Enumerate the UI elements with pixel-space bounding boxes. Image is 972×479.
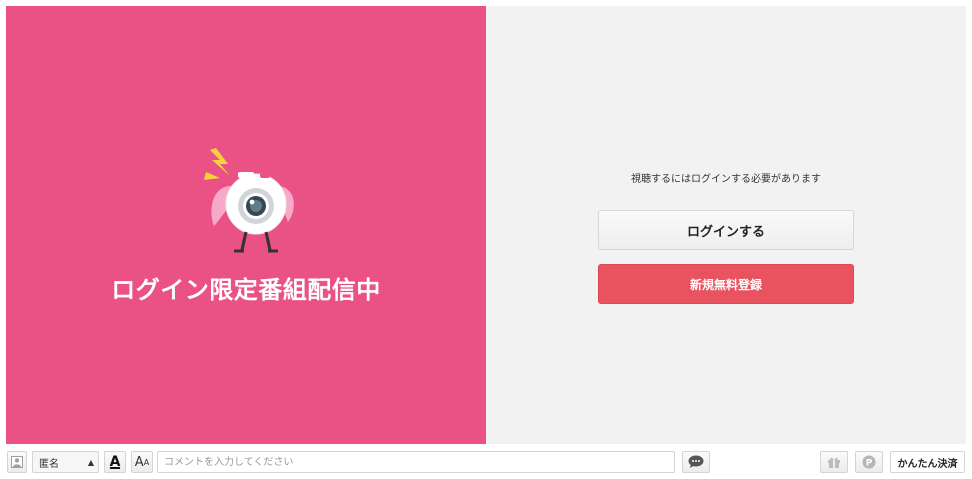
- send-comment-button[interactable]: [682, 451, 710, 473]
- camera-mascot-icon: [204, 148, 294, 253]
- promo-title: ログイン限定番組配信中: [111, 276, 381, 304]
- avatar-button[interactable]: [7, 451, 27, 473]
- caret-up-icon: ▲: [87, 457, 94, 467]
- gift-button[interactable]: [820, 451, 848, 473]
- font-size-sub-label: A: [143, 457, 150, 467]
- player-area: ログイン限定番組配信中 視聴するにはログインする必要があります ログインする 新…: [6, 6, 966, 444]
- name-select[interactable]: 匿名 ▲: [32, 451, 99, 473]
- register-button[interactable]: 新規無料登録: [598, 264, 854, 304]
- login-button[interactable]: ログインする: [598, 210, 854, 250]
- svg-text:P: P: [866, 459, 873, 469]
- point-p-icon: P: [862, 455, 876, 469]
- promo-panel: ログイン限定番組配信中: [6, 6, 486, 444]
- speech-bubble-icon: [688, 455, 704, 468]
- gift-icon: [828, 457, 840, 468]
- login-panel: 視聴するにはログインする必要があります ログインする 新規無料登録: [486, 6, 966, 444]
- comment-bar: 匿名 ▲ A AA P かんたん決済: [0, 444, 972, 479]
- login-required-message: 視聴するにはログインする必要があります: [631, 174, 821, 185]
- name-select-value: 匿名: [39, 458, 59, 470]
- comment-input[interactable]: [157, 451, 675, 473]
- font-size-label: A: [134, 454, 144, 470]
- easy-payment-button[interactable]: かんたん決済: [890, 451, 965, 473]
- user-avatar-icon: [11, 456, 23, 468]
- font-size-button[interactable]: AA: [131, 451, 153, 473]
- color-underline: [110, 467, 120, 469]
- font-color-button[interactable]: A: [104, 451, 126, 473]
- point-button[interactable]: P: [855, 451, 883, 473]
